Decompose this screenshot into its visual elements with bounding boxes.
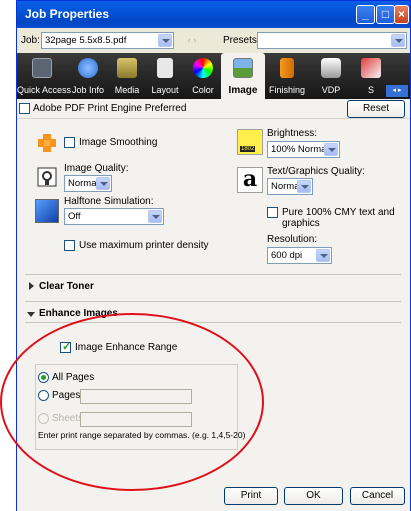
- chevron-down-icon[interactable]: [96, 177, 110, 190]
- image-quality-value: Normal: [68, 178, 99, 189]
- tab-label: VDP: [321, 85, 341, 95]
- brightness-icon: 1802: [237, 129, 263, 155]
- section-divider: [25, 301, 401, 302]
- media-icon: [117, 58, 137, 78]
- image-smoothing-label: Image Smoothing: [79, 137, 158, 148]
- pure-cmy-checkbox[interactable]: [267, 207, 278, 218]
- close-icon: ×: [397, 7, 405, 21]
- tab-vdp[interactable]: VDP: [309, 53, 353, 99]
- text-graphics-icon: a: [237, 167, 263, 193]
- ok-button[interactable]: OK: [284, 487, 343, 505]
- close-button[interactable]: ×: [394, 5, 409, 24]
- window-title: Job Properties: [25, 7, 110, 21]
- layout-icon: [157, 58, 173, 78]
- tab-stamping[interactable]: S: [353, 53, 389, 99]
- tab-image[interactable]: Image: [221, 53, 265, 99]
- color-wheel-icon: [193, 58, 213, 78]
- tab-job-info[interactable]: Job Info: [67, 53, 109, 99]
- tab-bar: Quick Access Job Info Media Layout Color…: [17, 53, 410, 99]
- tab-label: Image: [228, 85, 258, 96]
- halftone-value: Off: [68, 211, 81, 222]
- stamp-icon: [361, 58, 381, 78]
- chevron-down-icon[interactable]: [158, 34, 172, 47]
- chevron-down-icon[interactable]: [391, 34, 405, 47]
- pdf-engine-label: Adobe PDF Print Engine Preferred: [33, 103, 187, 114]
- image-quality-select[interactable]: Normal: [64, 175, 112, 192]
- presets-label: Presets:: [223, 35, 260, 46]
- minimize-button[interactable]: _: [356, 5, 375, 24]
- tab-layout[interactable]: Layout: [145, 53, 185, 99]
- image-icon: [233, 58, 253, 78]
- clear-toner-label: Clear Toner: [39, 281, 94, 292]
- tab-label: Layout: [151, 85, 179, 95]
- chevron-down-icon[interactable]: [324, 143, 338, 156]
- brightness-select[interactable]: 100% Normal: [267, 141, 340, 158]
- finishing-icon: [280, 58, 294, 78]
- tab-label: Finishing: [268, 85, 306, 95]
- job-nav-arrows[interactable]: ‹ ›: [177, 32, 207, 49]
- minimize-icon: _: [362, 7, 369, 21]
- section-divider: [25, 274, 401, 275]
- image-quality-icon: [35, 165, 59, 189]
- tab-media[interactable]: Media: [109, 53, 145, 99]
- title-bar[interactable]: Job Properties _ □ ×: [17, 1, 410, 28]
- text-graphics-select[interactable]: Normal: [267, 178, 313, 195]
- pure-cmy-label: Pure 100% CMY text and graphics: [282, 207, 395, 229]
- halftone-select[interactable]: Off: [64, 208, 164, 225]
- tab-label: Media: [114, 85, 140, 95]
- maximize-icon: □: [381, 7, 390, 21]
- pdf-engine-row: Adobe PDF Print Engine Preferred Reset: [17, 99, 410, 119]
- smoothing-icon: [35, 131, 59, 155]
- brightness-label: Brightness:: [267, 128, 318, 139]
- max-density-checkbox[interactable]: [64, 240, 75, 251]
- tab-label: S: [367, 85, 374, 95]
- tab-scroll-buttons[interactable]: ◂ ▸: [386, 85, 408, 97]
- job-label: Job:: [21, 35, 40, 46]
- vdp-icon: [321, 58, 341, 78]
- pdf-engine-checkbox[interactable]: [19, 103, 30, 114]
- halftone-icon: [35, 199, 59, 223]
- brightness-select-value: 100% Normal: [271, 144, 329, 155]
- tab-quick-access[interactable]: Quick Access: [17, 53, 72, 99]
- resolution-label: Resolution:: [267, 234, 318, 245]
- job-select[interactable]: 32page 5.5x8.5.pdf: [41, 32, 174, 49]
- halftone-label: Halftone Simulation:: [64, 196, 154, 207]
- expand-arrow-icon: [29, 282, 34, 290]
- info-icon: [78, 58, 98, 78]
- cancel-button[interactable]: Cancel: [350, 487, 405, 505]
- chevron-down-icon[interactable]: [297, 180, 311, 193]
- text-graphics-label: Text/Graphics Quality:: [267, 166, 365, 177]
- image-smoothing-checkbox[interactable]: [64, 137, 75, 148]
- max-density-label: Use maximum printer density: [79, 240, 209, 251]
- tab-label: Quick Access: [17, 85, 72, 95]
- tab-label: Color: [192, 85, 214, 95]
- tab-finishing[interactable]: Finishing: [265, 53, 309, 99]
- brightness-badge: 1802: [240, 146, 256, 152]
- image-quality-label: Image Quality:: [64, 163, 129, 174]
- reset-button[interactable]: Reset: [347, 100, 405, 118]
- quick-access-icon: [32, 58, 52, 78]
- collapse-arrow-icon: [27, 312, 35, 317]
- resolution-select[interactable]: 600 dpi: [267, 247, 332, 264]
- job-select-value: 32page 5.5x8.5.pdf: [45, 35, 127, 46]
- chevron-down-icon[interactable]: [316, 249, 330, 262]
- job-row: Job: 32page 5.5x8.5.pdf ‹ › Presets:: [17, 29, 410, 53]
- maximize-button[interactable]: □: [376, 5, 395, 24]
- chevron-down-icon[interactable]: [148, 210, 162, 223]
- tab-color[interactable]: Color: [185, 53, 221, 99]
- presets-select[interactable]: [257, 32, 407, 49]
- tab-label: Job Info: [71, 85, 105, 95]
- print-button[interactable]: Print: [224, 487, 278, 505]
- resolution-value: 600 dpi: [271, 250, 303, 261]
- annotation-oval: [0, 313, 264, 491]
